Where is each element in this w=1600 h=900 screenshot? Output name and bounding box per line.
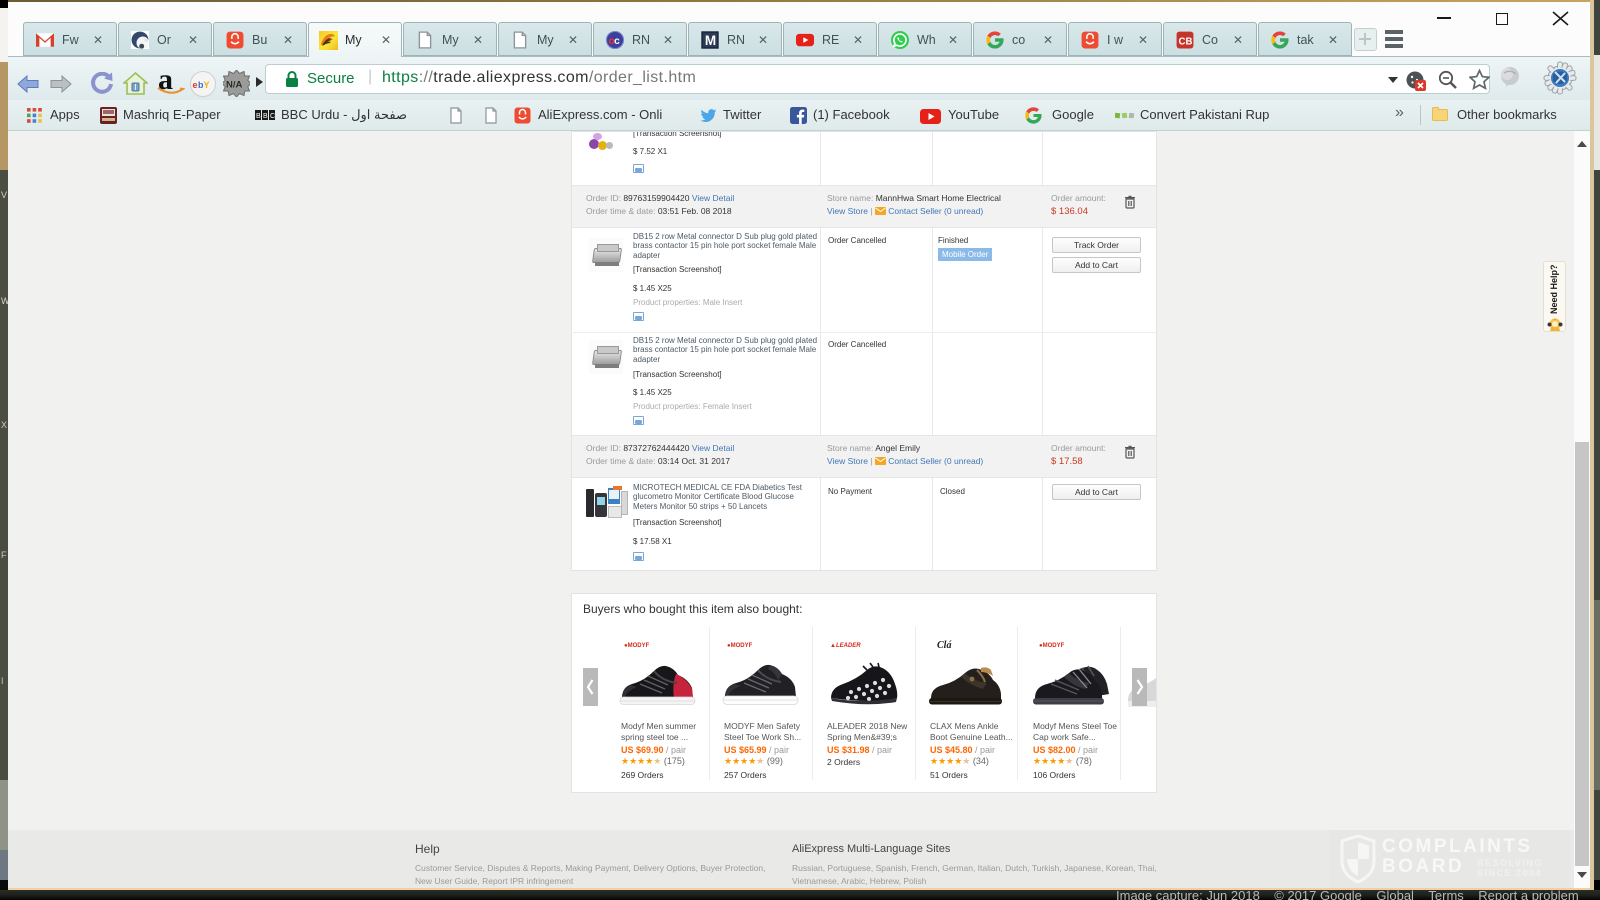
svg-text:c: c	[614, 36, 620, 47]
svg-text:N/A: N/A	[226, 80, 243, 91]
svg-text:e: e	[193, 80, 198, 90]
svg-text:M: M	[705, 33, 716, 48]
svg-text:B: B	[256, 113, 261, 120]
svg-text:B: B	[263, 113, 268, 120]
svg-text:C: C	[270, 113, 275, 120]
svg-text:CB: CB	[1178, 36, 1192, 47]
svg-text:Y: Y	[204, 80, 210, 90]
